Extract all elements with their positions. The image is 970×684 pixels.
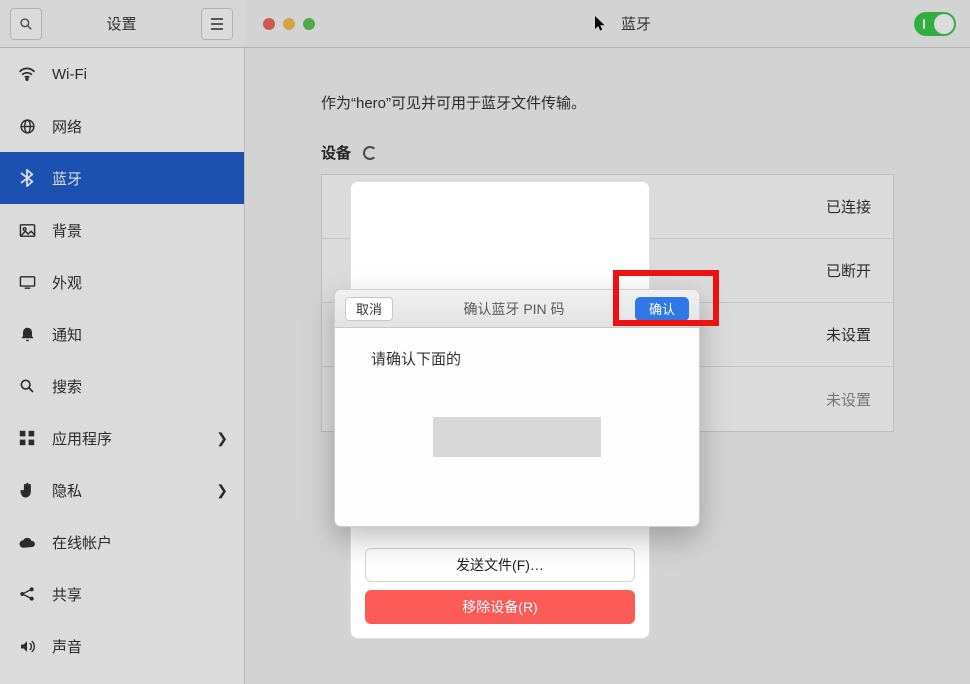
remove-device-button[interactable]: 移除设备(R) (365, 590, 635, 624)
sidebar-item-search[interactable]: 搜索 (0, 360, 244, 412)
sidebar-item-label: 通知 (52, 324, 82, 345)
window-controls (263, 18, 315, 30)
search-icon (18, 377, 36, 395)
panel-title: 蓝牙 (621, 13, 651, 34)
settings-sidebar: Wi-Fi 网络 蓝牙 背景 外观 通知 搜索 应用程序 ❯ 隐私 ❯ 在线帐户… (0, 48, 245, 684)
devices-heading: 设备 (321, 142, 377, 163)
sidebar-item-label: 网络 (52, 116, 82, 137)
toggle-knob (934, 14, 954, 34)
sidebar-item-sound[interactable]: 声音 (0, 620, 244, 672)
device-status: 未设置 (826, 324, 871, 345)
search-icon (19, 17, 33, 31)
display-icon (18, 273, 36, 291)
minimize-window-button[interactable] (283, 18, 295, 30)
cursor-icon (595, 16, 607, 32)
cloud-icon (18, 533, 36, 551)
sidebar-item-label: Wi-Fi (52, 66, 87, 83)
sidebar-item-label: 在线帐户 (52, 532, 112, 553)
hand-icon (18, 481, 36, 499)
device-status: 已连接 (826, 196, 871, 217)
sidebar-item-notifications[interactable]: 通知 (0, 308, 244, 360)
maximize-window-button[interactable] (303, 18, 315, 30)
speaker-icon (18, 637, 36, 655)
sidebar-item-wifi[interactable]: Wi-Fi (0, 48, 244, 100)
image-icon (18, 221, 36, 239)
sidebar-item-label: 搜索 (52, 376, 82, 397)
panel-topbar: 蓝牙 (245, 0, 970, 48)
settings-topbar-left: 设置 (0, 0, 245, 48)
annotation-highlight (613, 270, 719, 326)
dialog-message: 请确认下面的 (371, 348, 663, 369)
sidebar-item-label: 蓝牙 (52, 168, 82, 189)
sidebar-item-label: 外观 (52, 272, 82, 293)
sidebar-item-sharing[interactable]: 共享 (0, 568, 244, 620)
apps-icon (18, 429, 36, 447)
sidebar-item-label: 共享 (52, 584, 82, 605)
loading-spinner-icon (363, 146, 377, 160)
sidebar-item-label: 应用程序 (52, 428, 112, 449)
search-button[interactable] (10, 8, 42, 40)
settings-title: 设置 (42, 13, 201, 34)
sidebar-item-background[interactable]: 背景 (0, 204, 244, 256)
sidebar-item-online-accounts[interactable]: 在线帐户 (0, 516, 244, 568)
pin-code-placeholder (433, 417, 601, 457)
devices-heading-label: 设备 (321, 142, 351, 163)
sidebar-item-label: 声音 (52, 636, 82, 657)
send-file-button[interactable]: 发送文件(F)… (365, 548, 635, 582)
cancel-button[interactable]: 取消 (345, 297, 393, 321)
device-status: 未设置 (826, 389, 871, 410)
wifi-icon (18, 65, 36, 83)
sidebar-item-label: 隐私 (52, 480, 82, 501)
globe-icon (18, 117, 36, 135)
sidebar-item-bluetooth[interactable]: 蓝牙 (0, 152, 244, 204)
bluetooth-master-toggle[interactable] (914, 12, 956, 36)
bell-icon (18, 325, 36, 343)
close-window-button[interactable] (263, 18, 275, 30)
sidebar-item-network[interactable]: 网络 (0, 100, 244, 152)
bluetooth-icon (18, 169, 36, 187)
chevron-right-icon: ❯ (216, 430, 228, 447)
menu-button[interactable] (201, 8, 233, 40)
share-icon (18, 585, 36, 603)
sidebar-item-applications[interactable]: 应用程序 ❯ (0, 412, 244, 464)
device-status: 已断开 (826, 260, 871, 281)
dialog-title: 确认蓝牙 PIN 码 (393, 299, 635, 319)
sidebar-item-label: 背景 (52, 220, 82, 241)
visibility-text: 作为“hero”可见并可用于蓝牙文件传输。 (321, 92, 586, 113)
toggle-on-indicator (923, 19, 925, 29)
hamburger-icon (210, 18, 224, 30)
chevron-right-icon: ❯ (216, 482, 228, 499)
sidebar-item-privacy[interactable]: 隐私 ❯ (0, 464, 244, 516)
sidebar-item-appearance[interactable]: 外观 (0, 256, 244, 308)
